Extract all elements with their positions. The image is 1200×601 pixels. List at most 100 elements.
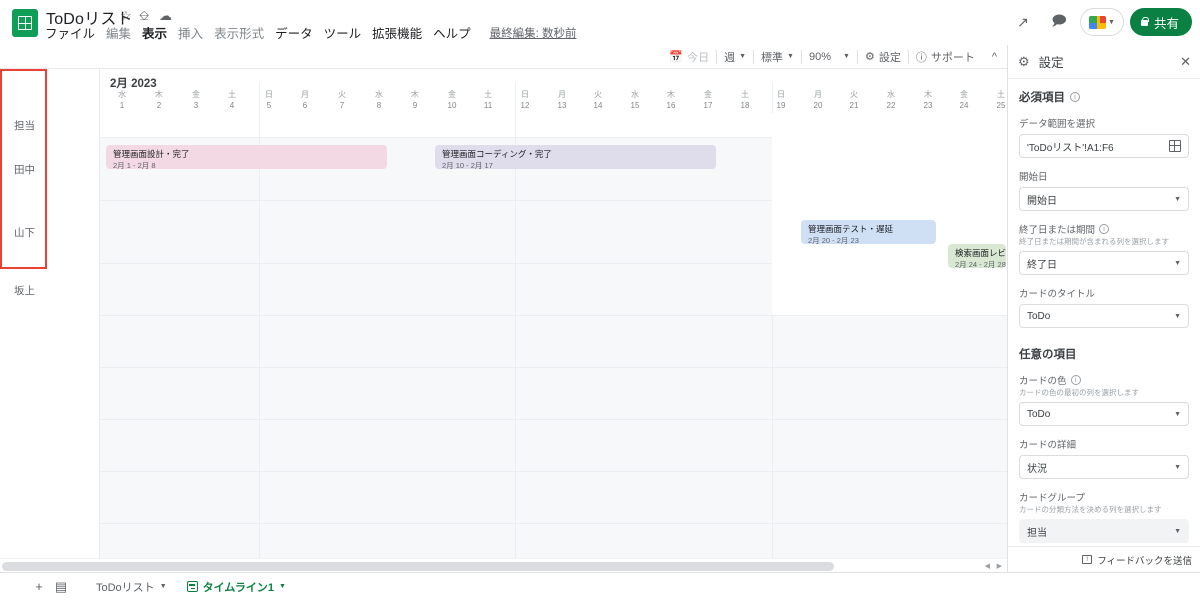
group-column-header: 担当 <box>14 120 35 132</box>
panel-footer: ! フィードバックを送信 <box>1008 546 1200 572</box>
timeline-card-dates: 2月 20 - 2月 23 <box>808 236 859 244</box>
send-feedback-link[interactable]: フィードバックを送信 <box>1097 553 1192 567</box>
share-button[interactable]: 共有 <box>1129 8 1192 36</box>
card-detail-label: カードの詳細 <box>1019 440 1077 451</box>
card-title-label: カードのタイトル <box>1019 289 1096 300</box>
scrollbar-thumb[interactable] <box>2 562 834 571</box>
lock-icon <box>1140 16 1149 26</box>
week-divider-line <box>259 113 260 558</box>
timeline-card-title: 管理画面テスト・遅延 <box>808 224 894 234</box>
card-group-label: カードグループ <box>1019 493 1085 504</box>
card-color-dropdown[interactable]: ToDo ▼ <box>1019 402 1189 426</box>
panel-title: 設定 <box>1038 56 1064 70</box>
sheet-tab-timeline-1[interactable]: タイムライン1 ▼ <box>176 572 296 601</box>
zoom-unit-dropdown[interactable]: 週 ▼ <box>717 45 753 69</box>
last-edit-status[interactable]: 最終編集: 数秒前 <box>490 25 577 41</box>
sheet-tab-label: ToDoリスト <box>96 581 155 594</box>
caret-down-icon[interactable]: ▼ <box>279 583 286 590</box>
chevron-down-icon: ▼ <box>1174 195 1181 203</box>
timeline-icon <box>186 581 198 592</box>
chevron-down-icon: ▼ <box>843 53 850 60</box>
timeline-row-band <box>100 420 1007 472</box>
help-circle-icon: ⓘ <box>915 51 927 64</box>
timeline-row-band <box>100 368 1007 420</box>
timeline-card[interactable]: 検索画面レビ 2月 24 - 2月 28 <box>948 244 1006 268</box>
zoom-level-label: 90% <box>808 50 832 63</box>
timeline-card-title: 検索画面レビ <box>955 248 1006 258</box>
card-group-dropdown[interactable]: 担当 ▼ <box>1019 519 1189 543</box>
zoom-level-dropdown[interactable]: 90% ▼ <box>802 45 857 69</box>
timeline-card-title: 管理画面設計・完了 <box>113 149 190 159</box>
density-dropdown[interactable]: 標準 ▼ <box>754 45 801 69</box>
card-detail-dropdown[interactable]: 状況 ▼ <box>1019 455 1189 479</box>
menu-edit[interactable]: 編集 <box>106 23 131 42</box>
start-date-dropdown[interactable]: 開始日 ▼ <box>1019 187 1189 211</box>
trending-up-icon[interactable]: ↗ <box>1008 7 1038 37</box>
card-title-dropdown[interactable]: ToDo ▼ <box>1019 304 1189 328</box>
day-of-week-label: 火 <box>594 90 602 99</box>
menu-file[interactable]: ファイル <box>45 23 95 42</box>
timeline-card[interactable]: 管理画面設計・完了 2月 1 - 2月 8 <box>106 145 387 169</box>
comment-icon[interactable]: 🗩 <box>1044 7 1074 37</box>
star-icon[interactable]: ☆ <box>120 8 132 24</box>
close-icon[interactable]: ✕ <box>1180 54 1191 70</box>
share-button-label: 共有 <box>1153 16 1179 31</box>
menu-format[interactable]: 表示形式 <box>214 23 264 42</box>
today-button[interactable]: 📅 今日 <box>662 45 716 69</box>
select-range-icon[interactable] <box>1169 140 1181 152</box>
gear-icon: ⚙ <box>1018 53 1030 69</box>
timeline-row-band <box>100 472 1007 524</box>
horizontal-scrollbar[interactable]: ◀ ▶ <box>0 558 1007 572</box>
sheets-logo-icon[interactable] <box>12 9 38 37</box>
sheet-tab-todo-list[interactable]: ToDoリスト ▼ <box>86 573 177 601</box>
day-number-label: 19 <box>776 101 786 110</box>
timeline-card[interactable]: 管理画面テスト・遅延 2月 20 - 2月 23 <box>801 220 936 244</box>
day-of-week-label: 金 <box>960 90 968 99</box>
day-number-label: 15 <box>630 101 640 110</box>
info-icon[interactable]: i <box>1070 375 1081 385</box>
day-number-label: 7 <box>339 101 345 110</box>
end-date-dropdown[interactable]: 終了日 ▼ <box>1019 251 1189 275</box>
collapse-toolbar-button[interactable]: ^ <box>982 45 1001 69</box>
cloud-saved-icon[interactable]: ☁ <box>159 8 172 24</box>
gear-icon: ⚙ <box>864 51 875 63</box>
support-button[interactable]: ⓘ サポート <box>909 45 982 69</box>
required-section-title: 必須項目 i <box>1019 89 1189 105</box>
day-number-label: 14 <box>593 101 603 110</box>
caret-down-icon[interactable]: ▼ <box>160 583 167 590</box>
day-number-label: 16 <box>666 101 676 110</box>
menu-tools[interactable]: ツール <box>324 23 362 42</box>
all-sheets-icon[interactable]: ▤ <box>50 576 72 598</box>
day-of-week-label: 土 <box>997 90 1005 99</box>
menu-data[interactable]: データ <box>275 23 313 42</box>
card-color-label: カードの色 i <box>1019 373 1189 387</box>
timeline-grid-body[interactable]: 管理画面設計・完了 2月 1 - 2月 8 管理画面コーディング・完了 2月 10 -… <box>100 113 1007 558</box>
day-of-week-label: 月 <box>558 90 566 99</box>
move-to-folder-icon[interactable]: ⎒ <box>139 8 149 24</box>
day-of-week-label: 日 <box>521 90 529 99</box>
chevron-up-icon: ^ <box>991 50 997 63</box>
day-number-label: 17 <box>703 101 713 110</box>
start-date-label: 開始日 <box>1019 172 1048 183</box>
day-of-week-label: 金 <box>704 90 712 99</box>
scroll-right-icon[interactable]: ▶ <box>997 562 1002 570</box>
info-icon[interactable]: i <box>1070 92 1080 102</box>
timeline-canvas[interactable]: 管理画面設計・完了 2月 1 - 2月 8 管理画面コーディング・完了 2月 10 -… <box>0 69 1007 558</box>
menu-help[interactable]: ヘルプ <box>433 23 471 42</box>
menu-extensions[interactable]: 拡張機能 <box>372 23 422 42</box>
menu-bar: ファイル 編集 表示 挿入 表示形式 データ ツール 拡張機能 ヘルプ 最終編集… <box>45 23 577 42</box>
info-icon[interactable]: i <box>1099 224 1110 234</box>
day-number-label: 12 <box>520 101 530 110</box>
timeline-card[interactable]: 管理画面コーディング・完了 2月 10 - 2月 17 <box>435 145 716 169</box>
timeline-date-header: 2月 2023 水 1 木 2 金 3 土 4 日 5 月 6 火 7 水 8 木 9 金 10 土 11 日 12 月 13 火 1… <box>100 69 1007 113</box>
menu-insert[interactable]: 挿入 <box>178 23 203 42</box>
google-meet-icon[interactable]: ▼ <box>1079 8 1124 36</box>
scroll-left-icon[interactable]: ◀ <box>985 562 990 570</box>
add-sheet-icon[interactable]: + <box>28 576 50 598</box>
day-of-week-label: 木 <box>411 90 419 99</box>
data-range-input[interactable]: 'ToDoリスト'!A1:F6 <box>1019 134 1189 158</box>
timeline-settings-button[interactable]: ⚙ 設定 <box>858 45 908 69</box>
day-of-week-label: 日 <box>265 90 273 99</box>
menu-view[interactable]: 表示 <box>142 23 167 42</box>
day-of-week-label: 月 <box>301 90 309 99</box>
